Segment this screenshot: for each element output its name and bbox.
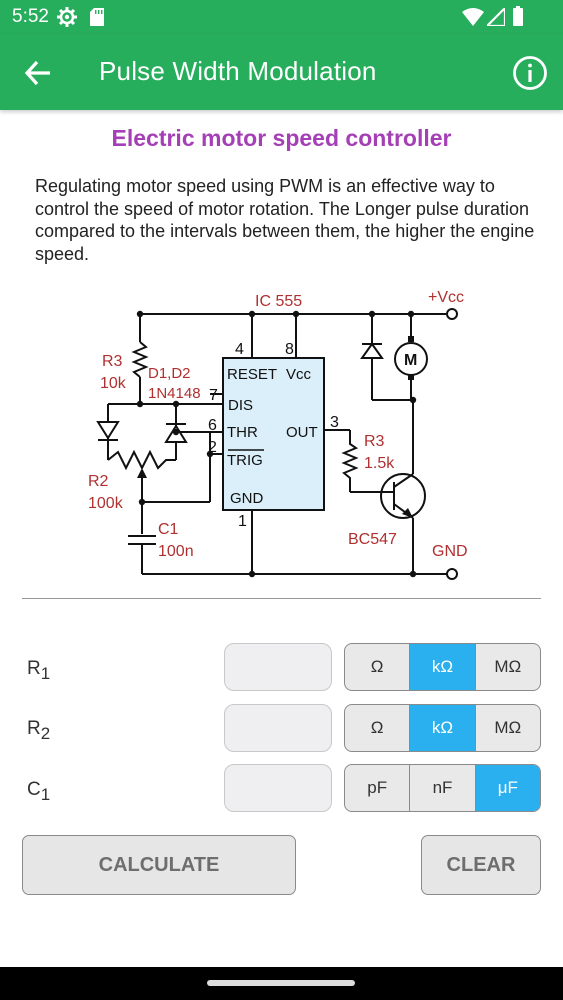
svg-text:C1: C1 (158, 521, 179, 538)
svg-text:R2: R2 (88, 473, 109, 490)
section-heading: Electric motor speed controller (111, 125, 452, 151)
svg-text:100k: 100k (88, 495, 124, 512)
svg-text:3: 3 (330, 414, 339, 431)
r2-label: R2 (27, 718, 51, 743)
app-bar: Pulse Width Modulation (0, 34, 563, 110)
svg-text:GND: GND (230, 490, 264, 507)
back-arrow-icon[interactable] (22, 56, 56, 90)
divider (22, 598, 541, 599)
svg-text:Vcc: Vcc (286, 366, 312, 383)
calculate-button[interactable]: CALCULATE (22, 835, 296, 895)
svg-text:10k: 10k (100, 375, 127, 392)
r2-unit-mohm[interactable]: MΩ (474, 705, 540, 751)
signal-icon (487, 8, 505, 26)
svg-text:1.5k: 1.5k (364, 455, 395, 472)
svg-text:1N4148: 1N4148 (148, 385, 201, 402)
home-gesture-handle[interactable] (207, 980, 355, 986)
status-time: 5:52 (12, 6, 49, 27)
r2-unit-kohm[interactable]: kΩ (409, 705, 475, 751)
r2-input[interactable] (224, 704, 332, 752)
c1-unit-pf[interactable]: pF (345, 765, 409, 811)
svg-text:GND: GND (432, 543, 468, 560)
svg-text:OUT: OUT (286, 424, 318, 441)
svg-text:1: 1 (238, 513, 247, 530)
r2-unit-selector: Ω kΩ MΩ (344, 704, 541, 752)
svg-text:IC 555: IC 555 (255, 293, 302, 310)
svg-text:R3: R3 (102, 353, 123, 370)
c1-unit-nf[interactable]: nF (409, 765, 474, 811)
r1-unit-mohm[interactable]: MΩ (474, 644, 540, 690)
r1-unit-ohm[interactable]: Ω (345, 644, 409, 690)
svg-text:7: 7 (209, 387, 218, 404)
r2-unit-ohm[interactable]: Ω (345, 705, 409, 751)
c1-unit-uf[interactable]: μF (474, 765, 540, 811)
svg-text:2: 2 (208, 439, 217, 456)
r1-label: R1 (27, 658, 51, 683)
svg-text:RESET: RESET (227, 366, 277, 383)
svg-text:TRIG: TRIG (227, 452, 263, 469)
navigation-bar (0, 967, 563, 1000)
circuit-schematic: IC 555 +Vcc GND R3 10k D1,D2 1N4148 R2 1… (88, 289, 468, 580)
r1-unit-selector: Ω kΩ MΩ (344, 643, 541, 691)
svg-text:4: 4 (235, 341, 244, 358)
svg-text:BC547: BC547 (348, 531, 397, 548)
svg-text:100n: 100n (158, 543, 194, 560)
svg-text:M: M (404, 352, 417, 369)
c1-input[interactable] (224, 764, 332, 812)
c1-unit-selector: pF nF μF (344, 764, 541, 812)
svg-text:DIS: DIS (228, 397, 253, 414)
r1-unit-kohm[interactable]: kΩ (409, 644, 475, 690)
sd-card-icon (90, 8, 104, 26)
clear-button[interactable]: CLEAR (421, 835, 541, 895)
status-bar: 5:52 (0, 0, 563, 34)
description-text: Regulating motor speed using PWM is an e… (35, 176, 535, 264)
info-icon[interactable] (511, 54, 549, 92)
svg-text:6: 6 (208, 417, 217, 434)
svg-text:THR: THR (227, 424, 258, 441)
app-title: Pulse Width Modulation (99, 56, 377, 86)
svg-text:R3: R3 (364, 433, 385, 450)
svg-text:8: 8 (285, 341, 294, 358)
svg-text:+Vcc: +Vcc (428, 289, 464, 306)
r1-input[interactable] (224, 643, 332, 691)
svg-text:D1,D2: D1,D2 (148, 365, 191, 382)
wifi-icon (462, 8, 484, 26)
settings-icon (57, 7, 77, 27)
c1-label: C1 (27, 779, 51, 804)
battery-icon (513, 6, 523, 26)
